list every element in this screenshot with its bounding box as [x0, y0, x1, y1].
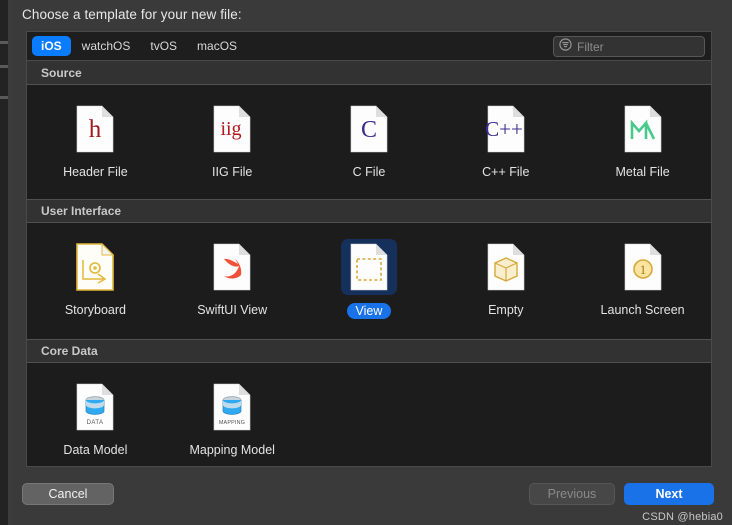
icon-wrap: C++ — [478, 101, 534, 157]
template-label: C++ File — [482, 165, 530, 179]
platform-tab-list: iOS watchOS tvOS macOS — [27, 36, 246, 56]
cpp-file-icon: C++ — [485, 105, 525, 153]
section-grid-core-data: DATA Data Model MAPPING Mapping Model — [27, 363, 711, 466]
background-row-tick — [0, 65, 8, 68]
icon-wrap — [478, 239, 534, 295]
template-label: Metal File — [615, 165, 670, 179]
template-item-view[interactable]: View — [301, 237, 438, 331]
template-item-mapping-model[interactable]: MAPPING Mapping Model — [164, 377, 301, 466]
svg-text:C++: C++ — [485, 117, 523, 141]
background-window-strip — [0, 0, 8, 525]
watermark: CSDN @hebia0 — [642, 511, 723, 523]
section-header-user-interface: User Interface — [27, 199, 711, 223]
section-header-source: Source — [27, 61, 711, 85]
template-label: Header File — [63, 165, 128, 179]
background-row-tick — [0, 41, 8, 44]
template-item-cpp-file[interactable]: C++ C++ File — [437, 99, 574, 191]
launch-screen-icon: 1 — [624, 243, 661, 291]
template-label: IIG File — [212, 165, 253, 179]
icon-wrap: C — [341, 101, 397, 157]
svg-text:1: 1 — [639, 262, 646, 277]
template-item-swiftui-view[interactable]: SwiftUI View — [164, 237, 301, 331]
metal-file-icon — [624, 105, 661, 153]
svg-text:DATA: DATA — [87, 420, 104, 426]
template-item-c-file[interactable]: C C File — [301, 99, 438, 191]
template-label: Mapping Model — [189, 443, 275, 457]
template-item-header-file[interactable]: h Header File — [27, 99, 164, 191]
icon-wrap: h — [67, 101, 123, 157]
icon-wrap — [615, 101, 671, 157]
background-row-tick — [0, 96, 8, 99]
template-item-data-model[interactable]: DATA Data Model — [27, 377, 164, 466]
tab-macos[interactable]: macOS — [188, 36, 246, 56]
data-model-icon: DATA — [77, 383, 114, 431]
svg-text:MAPPING: MAPPING — [219, 420, 245, 426]
icon-wrap: DATA — [67, 379, 123, 435]
mapping-model-icon: MAPPING — [213, 383, 251, 431]
template-label: Storyboard — [64, 303, 126, 317]
filter-placeholder: Filter — [577, 39, 604, 54]
platform-toolbar: iOS watchOS tvOS macOS Filter — [26, 31, 712, 60]
h-file-icon: h — [77, 105, 114, 153]
swift-bird-icon — [213, 243, 251, 291]
template-label: Launch Screen — [600, 303, 685, 317]
tab-ios[interactable]: iOS — [32, 36, 71, 56]
section-grid-source: h Header File iig IIG File C C File C++ … — [27, 85, 711, 199]
cancel-button[interactable]: Cancel — [22, 483, 114, 505]
icon-wrap — [67, 239, 123, 295]
template-label: Empty — [488, 303, 524, 317]
filter-circle-icon — [559, 37, 572, 56]
sheet-title: Choose a template for your new file: — [22, 7, 242, 22]
template-item-empty[interactable]: Empty — [437, 237, 574, 331]
tab-watchos[interactable]: watchOS — [73, 36, 140, 56]
template-label: View — [346, 303, 392, 319]
svg-text:iig: iig — [221, 118, 242, 140]
svg-text:C: C — [361, 117, 377, 143]
previous-button[interactable]: Previous — [529, 483, 615, 505]
template-label: SwiftUI View — [197, 303, 268, 317]
svg-text:h: h — [89, 116, 102, 143]
next-button[interactable]: Next — [624, 483, 714, 505]
section-header-core-data: Core Data — [27, 339, 711, 363]
template-label: Data Model — [63, 443, 128, 457]
icon-wrap: 1 — [615, 239, 671, 295]
storyboard-icon — [76, 243, 115, 291]
template-item-metal-file[interactable]: Metal File — [574, 99, 711, 191]
template-list: Source h Header File iig IIG File C C Fi… — [26, 60, 712, 467]
view-file-icon — [350, 243, 388, 291]
tab-tvos[interactable]: tvOS — [141, 36, 186, 56]
template-label: C File — [352, 165, 386, 179]
icon-wrap — [204, 239, 260, 295]
iig-file-icon: iig — [213, 105, 251, 153]
template-item-storyboard[interactable]: Storyboard — [27, 237, 164, 331]
icon-wrap: iig — [204, 101, 260, 157]
template-item-iig-file[interactable]: iig IIG File — [164, 99, 301, 191]
empty-cube-icon — [487, 243, 525, 291]
icon-wrap: MAPPING — [204, 379, 260, 435]
icon-wrap-selected — [340, 239, 397, 295]
c-file-icon: C — [350, 105, 388, 153]
section-grid-user-interface: Storyboard SwiftUI View View Empty 1 Lau… — [27, 223, 711, 339]
template-item-launch-screen[interactable]: 1 Launch Screen — [574, 237, 711, 331]
filter-field[interactable]: Filter — [553, 36, 705, 57]
new-file-template-sheet: Choose a template for your new file: iOS… — [12, 0, 732, 525]
